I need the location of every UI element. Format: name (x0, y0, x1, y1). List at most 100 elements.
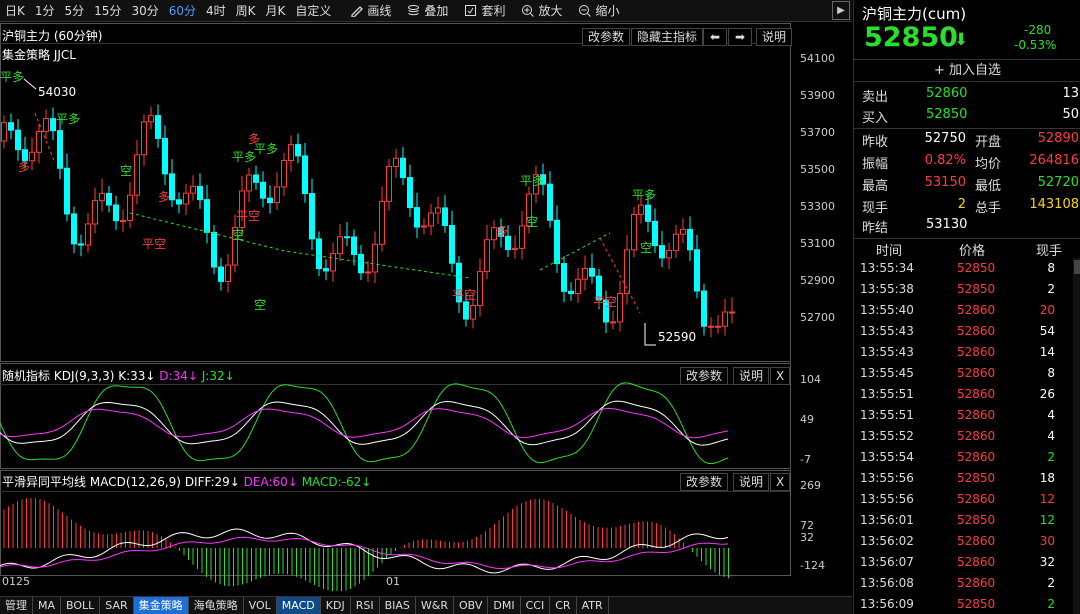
macd-close-button[interactable]: X (770, 473, 791, 491)
indicator-tab-8[interactable]: KDJ (321, 597, 351, 614)
indicator-tab-16[interactable]: ATR (577, 597, 609, 614)
indicator-tab-0[interactable]: 管理 (0, 597, 33, 614)
tool-zoom-in[interactable]: 放大 (513, 2, 570, 19)
main-params-button[interactable]: 改参数 (582, 28, 631, 46)
prev-button[interactable]: ⬅ (703, 28, 727, 46)
candle-body (274, 186, 280, 204)
tick-volume: 2 (1047, 450, 1055, 464)
kdj-d-value: D:34↓ (159, 369, 198, 383)
kdj-d-line (0, 407, 729, 439)
period-1[interactable]: 1分 (30, 0, 60, 22)
signal-label: 平多 (232, 150, 256, 164)
indicator-tab-14[interactable]: CCI (521, 597, 551, 614)
indicator-tab-4[interactable]: 集金策略 (133, 597, 189, 614)
period-7[interactable]: 周K (231, 0, 261, 22)
bid-price: 52850 (926, 107, 968, 122)
tick-row: 13:55:43 52860 14 (854, 342, 1080, 363)
indicator-tab-5[interactable]: 海龟策略 (189, 597, 244, 614)
signal-label: 平多 (0, 70, 24, 84)
tick-row: 13:55:40 52860 20 (854, 300, 1080, 321)
tool-layers[interactable]: 叠加 (399, 2, 456, 19)
indicator-tab-10[interactable]: BIAS (380, 597, 416, 614)
candle-body (281, 159, 287, 188)
tool-zoom-out[interactable]: 缩小 (570, 2, 627, 19)
hide-main-indicator-button[interactable]: 隐藏主指标 (631, 28, 704, 46)
main-help-button[interactable]: 说明 (756, 28, 793, 46)
settle-label: 昨结 (862, 221, 889, 236)
chart-area: 平多多平多空多平空多平多 平多 平空空空平空 平多多空平空 平多空 54030 52590 … (0, 23, 852, 591)
kdj-params-button[interactable]: 改参数 (680, 367, 729, 385)
indicator-tab-2[interactable]: BOLL (61, 597, 101, 614)
candle-body (694, 249, 700, 292)
kdj-close-button[interactable]: X (770, 367, 791, 385)
tick-scrollbar[interactable] (1073, 258, 1080, 614)
indicator-tab-6[interactable]: VOL (244, 597, 277, 614)
tool-pencil[interactable]: 画线 (342, 2, 399, 19)
candle-body (358, 253, 364, 274)
candle-body (631, 213, 637, 251)
add-watchlist-label: 加入自选 (949, 63, 1002, 78)
candle-body (561, 263, 567, 292)
indicator-tab-1[interactable]: MA (33, 597, 62, 614)
signal-label: 平空 (593, 295, 617, 309)
period-6[interactable]: 4时 (201, 0, 231, 22)
indicator-tab-7[interactable]: MACD (276, 597, 321, 614)
macd-params-button[interactable]: 改参数 (680, 473, 729, 491)
tick-time: 13:55:51 (860, 408, 914, 422)
signal-label: 空 (232, 228, 244, 242)
period-3[interactable]: 15分 (89, 0, 126, 22)
next-button[interactable]: ➡ (728, 28, 752, 46)
period-4[interactable]: 30分 (126, 0, 163, 22)
tick-volume: 26 (1039, 387, 1055, 401)
tick-volume: 30 (1039, 534, 1055, 548)
period-9[interactable]: 自定义 (290, 0, 336, 22)
indicator-tab-12[interactable]: OBV (454, 597, 489, 614)
macd-diff-value: DIFF:29↓ (184, 475, 240, 489)
tick-price: 52860 (957, 576, 996, 590)
stat-value: 53150 (924, 175, 966, 190)
stat-value: 52720 (1037, 175, 1079, 190)
macd-help-button[interactable]: 说明 (733, 473, 770, 491)
add-watchlist-button[interactable]: + 加入自选 (854, 59, 1080, 82)
candle-body (575, 278, 581, 295)
tick-row: 13:56:09 52850 2 (854, 594, 1080, 614)
chart-canvas[interactable]: 平多多平多空多平空多平多平多平空空空平空平多多空平空平多空5403052590 (0, 23, 852, 591)
candle-body (134, 154, 140, 196)
period-8[interactable]: 月K (261, 0, 291, 22)
price-change-pct: -0.53% (1014, 38, 1057, 52)
tick-time: 13:55:56 (860, 492, 914, 506)
indicator-tab-13[interactable]: DMI (488, 597, 521, 614)
indicator-tab-3[interactable]: SAR (100, 597, 134, 614)
tool-label: 画线 (367, 4, 392, 18)
stat-value: 52750 (924, 131, 966, 146)
period-2[interactable]: 5分 (60, 0, 90, 22)
tick-scrollbar-thumb[interactable] (1074, 260, 1080, 274)
period-5[interactable]: 60分 (164, 0, 201, 22)
kdj-help-button[interactable]: 说明 (733, 367, 770, 385)
tick-row: 13:56:08 52860 2 (854, 573, 1080, 594)
toolbar-expand-button[interactable]: ▶ (832, 1, 850, 20)
tick-row: 13:56:01 52850 12 (854, 510, 1080, 531)
stats-row: 昨收 52750 开盘 52890 (854, 131, 1080, 152)
axis-tick: 49 (800, 413, 814, 426)
candle-body (687, 228, 693, 251)
candle-body (589, 267, 595, 277)
ask-volume: 13 (1062, 86, 1079, 101)
tool-arbitrage[interactable]: 套利 (456, 2, 513, 19)
trend-line (539, 232, 611, 271)
candle-body (449, 225, 455, 264)
zoom-in-icon (522, 5, 535, 17)
tick-volume: 8 (1047, 366, 1055, 380)
indicator-tab-11[interactable]: W&R (416, 597, 454, 614)
tick-volume: 54 (1039, 324, 1055, 338)
indicator-tab-9[interactable]: RSI (351, 597, 380, 614)
indicator-tab-15[interactable]: CR (550, 597, 577, 614)
tick-price: 52860 (957, 429, 996, 443)
candle-body (512, 247, 518, 251)
period-0[interactable]: 日K (0, 0, 30, 22)
candle-body (680, 228, 686, 235)
signal-label: 平空 (236, 209, 260, 223)
tick-price: 52860 (957, 366, 996, 380)
tick-time: 13:55:54 (860, 450, 914, 464)
kdj-j-line (0, 382, 729, 465)
